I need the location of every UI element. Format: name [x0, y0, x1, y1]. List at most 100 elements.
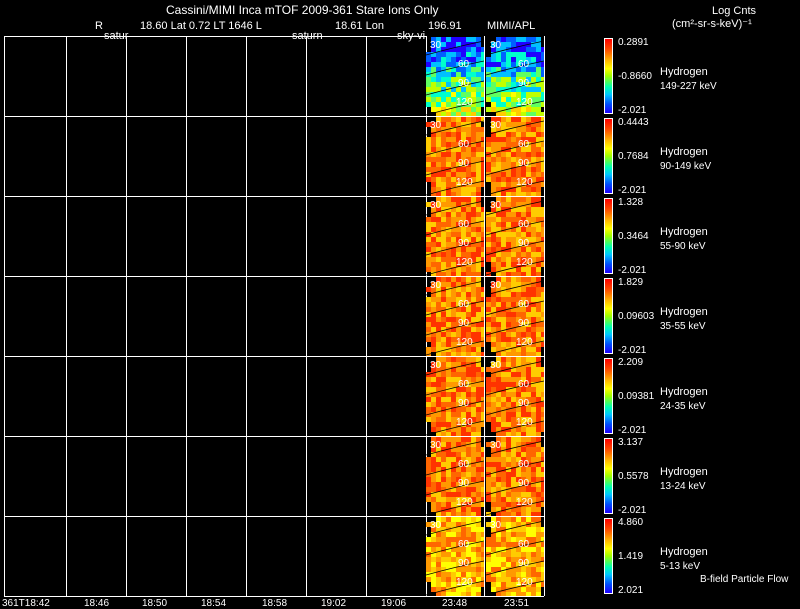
heatmap-cell: [506, 502, 511, 507]
contour-label: 120: [456, 257, 473, 268]
heatmap-cell: [446, 472, 451, 477]
heatmap-cell: [446, 52, 451, 57]
contour-label: 60: [518, 219, 530, 230]
heatmap-cell: [496, 397, 501, 402]
heatmap-cell: [436, 92, 441, 97]
heatmap-cell: [521, 532, 526, 537]
heatmap-cell: [486, 577, 491, 582]
heatmap-cell: [436, 562, 441, 567]
heatmap-cell: [506, 402, 511, 407]
heatmap-cell: [431, 62, 436, 67]
heatmap-cell: [501, 492, 506, 497]
colorbar-max: 1.328: [618, 197, 644, 208]
heatmap-cell: [526, 52, 531, 57]
heatmap-cell: [431, 77, 436, 82]
heatmap-cell: [506, 57, 511, 62]
heatmap-cell: [486, 167, 491, 172]
heatmap-cell: [446, 37, 451, 42]
heatmap-cell: [511, 302, 516, 307]
heatmap-cell: [446, 217, 451, 222]
heatmap-cell: [446, 392, 451, 397]
heatmap-cell: [431, 562, 436, 567]
heatmap-cell: [431, 187, 436, 192]
heatmap-cell: [501, 222, 506, 227]
heatmap-cell: [511, 77, 516, 82]
heatmap-cell: [431, 577, 436, 582]
heatmap-cell: [441, 152, 446, 157]
heatmap-cell: [536, 427, 541, 432]
energy-image: 30 60 90 120: [486, 357, 544, 436]
heatmap-cell: [506, 282, 511, 287]
heatmap-cell: [506, 137, 511, 142]
heatmap-cell: [446, 62, 451, 67]
heatmap-cell: [536, 237, 541, 242]
heatmap-cell: [501, 42, 506, 47]
heatmap-cell: [486, 387, 491, 392]
heatmap-cell: [486, 162, 491, 167]
heatmap-cell: [446, 542, 451, 547]
heatmap-cell: [511, 292, 516, 297]
heatmap-cell: [496, 342, 501, 347]
heatmap-cell: [516, 472, 521, 477]
heatmap-cell: [511, 462, 516, 467]
heatmap-cell: [446, 262, 451, 267]
contour-label: 30: [430, 200, 442, 211]
heatmap-cell: [531, 287, 536, 292]
heatmap-cell: [476, 77, 481, 82]
heatmap-cell: [526, 437, 531, 442]
heatmap-cell: [496, 222, 501, 227]
heatmap-cell: [431, 542, 436, 547]
heatmap-cell: [536, 97, 541, 102]
heatmap-cell: [441, 437, 446, 442]
chart-title: Cassini/MIMI Inca mTOF 2009-361 Stare Io…: [166, 3, 439, 17]
heatmap-cell: [441, 472, 446, 477]
heatmap-cell: [496, 317, 501, 322]
heatmap-cell: [431, 307, 436, 312]
heatmap-cell: [461, 287, 466, 292]
heatmap-cell: [486, 147, 491, 152]
heatmap-cell: [506, 462, 511, 467]
heatmap-cell: [431, 547, 436, 552]
heatmap-cell: [461, 72, 466, 77]
contour-label: 60: [458, 59, 470, 70]
heatmap-cell: [501, 382, 506, 387]
heatmap-cell: [446, 122, 451, 127]
heatmap-cell: [476, 452, 481, 457]
heatmap-cell: [496, 582, 501, 587]
heatmap-cell: [501, 252, 506, 257]
heatmap-cell: [511, 552, 516, 557]
heatmap-cell: [486, 62, 491, 67]
heatmap-cell: [536, 567, 541, 572]
heatmap-cell: [511, 532, 516, 537]
heatmap-cell: [461, 292, 466, 297]
heatmap-cell: [441, 312, 446, 317]
heatmap-cell: [426, 462, 431, 467]
heatmap-cell: [461, 437, 466, 442]
heatmap-cell: [461, 472, 466, 477]
heatmap-cell: [461, 232, 466, 237]
heatmap-cell: [501, 477, 506, 482]
heatmap-cell: [491, 227, 496, 232]
heatmap-cell: [471, 117, 476, 122]
heatmap-cell: [491, 102, 496, 107]
heatmap-cell: [446, 82, 451, 87]
heatmap-cell: [501, 372, 506, 377]
grid-line: [126, 517, 127, 596]
heatmap-cell: [501, 177, 506, 182]
heatmap-cell: [441, 292, 446, 297]
energy-image: 30 60 90 120: [486, 37, 544, 116]
time-panel: [4, 36, 427, 117]
energy-image: 30 60 90 120: [426, 517, 484, 596]
heatmap-cell: [506, 202, 511, 207]
heatmap-cell: [426, 167, 431, 172]
heatmap-cell: [501, 117, 506, 122]
heatmap-cell: [441, 257, 446, 262]
heatmap-cell: [486, 307, 491, 312]
colorbar-min: -2.021: [618, 265, 647, 276]
heatmap-cell: [516, 532, 521, 537]
heatmap-cell: [536, 517, 541, 522]
heatmap-cell: [446, 162, 451, 167]
heatmap-cell: [441, 177, 446, 182]
heatmap-cell: [426, 347, 431, 352]
heatmap-cell: [476, 67, 481, 72]
